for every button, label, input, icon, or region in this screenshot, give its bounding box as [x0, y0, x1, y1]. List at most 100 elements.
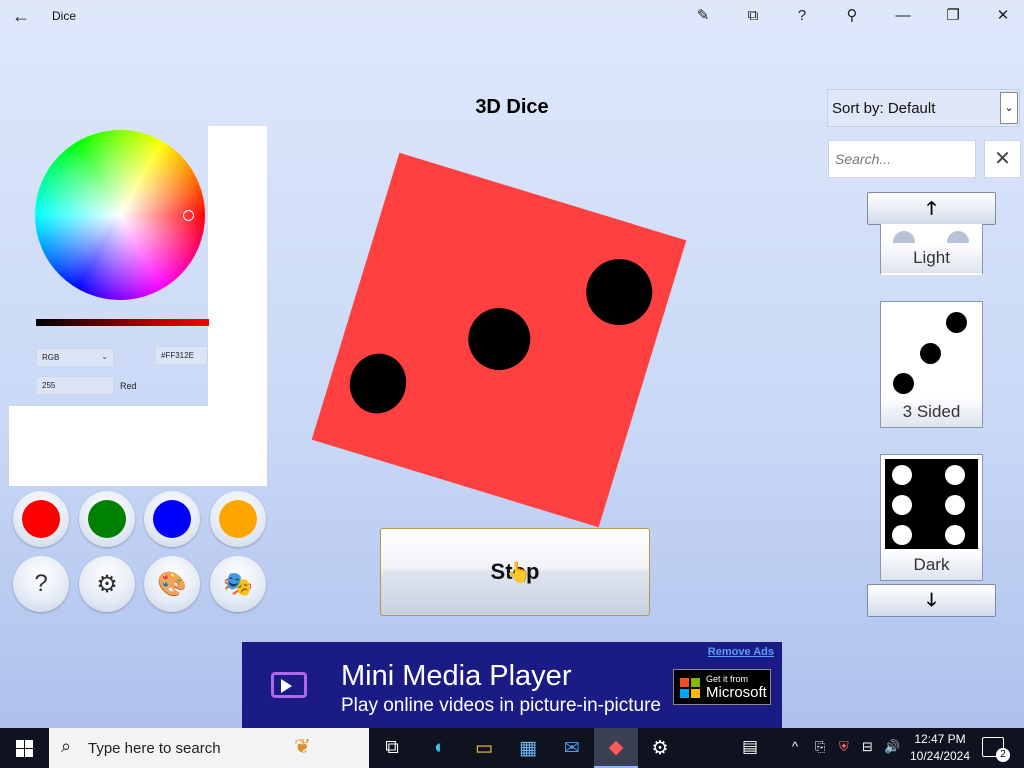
restore-button[interactable]: ❐ [930, 0, 976, 32]
settings-button[interactable]: ⚙ [79, 556, 135, 612]
close-button[interactable]: ✕ [980, 0, 1024, 32]
sort-dropdown[interactable]: Sort by: Default ⌄ [827, 89, 1020, 127]
notification-icon[interactable]: 2 [982, 737, 1010, 762]
ad-title: Mini Media Player [341, 660, 572, 692]
back-button[interactable]: ← [8, 4, 34, 28]
chevron-down-icon[interactable]: ⌄ [1000, 92, 1018, 124]
green-swatch [88, 500, 126, 538]
dice-pip [578, 250, 661, 334]
dice-style-label: Dark [881, 550, 982, 580]
network-icon[interactable]: ⊟ [862, 739, 873, 755]
theme-icon: 🎭 [223, 570, 253, 598]
red-channel-label: Red [120, 381, 137, 391]
palette-icon: 🎨 [157, 570, 187, 598]
volume-icon[interactable]: 🔊 [884, 739, 900, 755]
pin-icon[interactable]: ⚲ [829, 0, 875, 32]
window-title: Dice [52, 9, 77, 23]
color-mode-value: RGB [42, 353, 60, 362]
news-icon[interactable]: ▤ [742, 737, 758, 757]
red-color-button[interactable] [13, 491, 69, 547]
red-channel-input[interactable]: 255 [36, 376, 114, 395]
sort-value: Sort by: Default [832, 100, 936, 117]
remove-ads-link[interactable]: Remove Ads [708, 646, 774, 658]
meet-now-icon[interactable]: ⎘ [815, 739, 825, 755]
dice-app-icon[interactable]: ◆ [594, 728, 638, 768]
pen-icon[interactable]: ✎ [680, 0, 726, 32]
dice-style-item-dark[interactable]: Dark [880, 454, 983, 581]
search-input[interactable]: Search... [828, 140, 976, 178]
file-explorer-icon[interactable]: ▭ [462, 728, 506, 768]
settings-icon[interactable]: ⚙ [638, 728, 682, 768]
green-color-button[interactable] [79, 491, 135, 547]
mail-icon[interactable]: ✉ [550, 728, 594, 768]
dice-style-label: Light [881, 243, 982, 273]
dice-style-item-light[interactable]: Light [880, 224, 983, 275]
dice-pip [945, 465, 965, 485]
dice-style-list: Light 3 Sided Dark [870, 224, 995, 583]
value-slider[interactable] [36, 319, 209, 326]
palette-button[interactable]: 🎨 [144, 556, 200, 612]
ad-subtitle: Play online videos in picture-in-picture [341, 695, 661, 716]
search-icon: ⌕ [61, 736, 72, 756]
media-player-icon [271, 672, 307, 698]
orange-swatch [219, 500, 257, 538]
scroll-down-button[interactable]: 🡓 [867, 584, 996, 617]
taskbar: ⌕ Type here to search ❦ ⧉ ◐ ▭ ▦ ✉ ◆ ⚙ ▤ … [0, 728, 1024, 768]
clock-time: 12:47 PM [914, 732, 966, 746]
edge-icon[interactable]: ◐ [418, 728, 462, 768]
color-wheel-marker[interactable] [183, 210, 194, 221]
compact-view-icon[interactable]: ⧉ [730, 0, 776, 32]
color-wheel[interactable] [35, 130, 205, 300]
clear-search-button[interactable]: ✕ [984, 140, 1021, 178]
autumn-leaf-icon: ❦ [294, 736, 311, 758]
help-button[interactable]: ? [13, 556, 69, 612]
defender-icon[interactable]: ⛨ [839, 739, 849, 755]
color-mode-select[interactable]: RGB ⌄ [36, 348, 114, 367]
clock-date: 10/24/2024 [909, 749, 971, 763]
dice-style-item-3-sided[interactable]: 3 Sided [880, 301, 983, 428]
chevron-up-icon[interactable]: ^ [792, 739, 798, 754]
blue-color-button[interactable] [144, 491, 200, 547]
dice-pip [342, 346, 414, 421]
dice-face[interactable] [311, 152, 687, 528]
badge-big-text: Microsoft [706, 684, 767, 701]
ad-banner[interactable]: Mini Media Player Play online videos in … [242, 642, 782, 728]
blue-swatch [153, 500, 191, 538]
color-preview-area [9, 406, 267, 486]
hand-cursor-icon: 👆 [506, 562, 531, 584]
orange-color-button[interactable] [210, 491, 266, 547]
scroll-up-button[interactable]: 🡑 [867, 192, 996, 225]
dice-pip [460, 300, 539, 378]
dice-style-label: 3 Sided [881, 397, 982, 427]
dice-pip [945, 525, 965, 545]
taskbar-search-placeholder: Type here to search [88, 740, 221, 757]
hex-input[interactable]: #FF312E [155, 346, 208, 365]
clock[interactable]: 12:47 PM 10/24/2024 [905, 731, 975, 765]
page-title: 3D Dice [475, 96, 549, 118]
dark-dice-face [885, 459, 978, 549]
dice-pip [946, 312, 967, 333]
badge-small-text: Get it from [706, 674, 749, 684]
start-button[interactable] [0, 728, 48, 768]
chevron-down-icon: ⌄ [101, 352, 108, 361]
microsoft-store-badge[interactable]: Get it from Microsoft [673, 669, 771, 705]
red-swatch [22, 500, 60, 538]
dice-pip [920, 343, 941, 364]
question-icon: ? [34, 570, 48, 597]
dice-pip [893, 373, 914, 394]
title-bar: ← Dice ✎ ⧉ ? ⚲ — ❐ ✕ [0, 0, 1024, 32]
gear-icon: ⚙ [96, 570, 118, 598]
dice-pip [945, 495, 965, 515]
help-icon[interactable]: ? [779, 0, 825, 32]
windows-logo-icon [15, 739, 33, 757]
dice-pip [892, 525, 912, 545]
minimize-button[interactable]: — [880, 0, 926, 32]
taskbar-search[interactable]: ⌕ Type here to search ❦ [49, 728, 369, 768]
store-icon[interactable]: ▦ [506, 728, 550, 768]
notification-count: 2 [996, 748, 1010, 762]
dice-pip [892, 495, 912, 515]
microsoft-logo-icon [680, 678, 700, 698]
theme-button[interactable]: 🎭 [210, 556, 266, 612]
task-view-icon[interactable]: ⧉ [370, 728, 414, 768]
dice-pip [892, 465, 912, 485]
